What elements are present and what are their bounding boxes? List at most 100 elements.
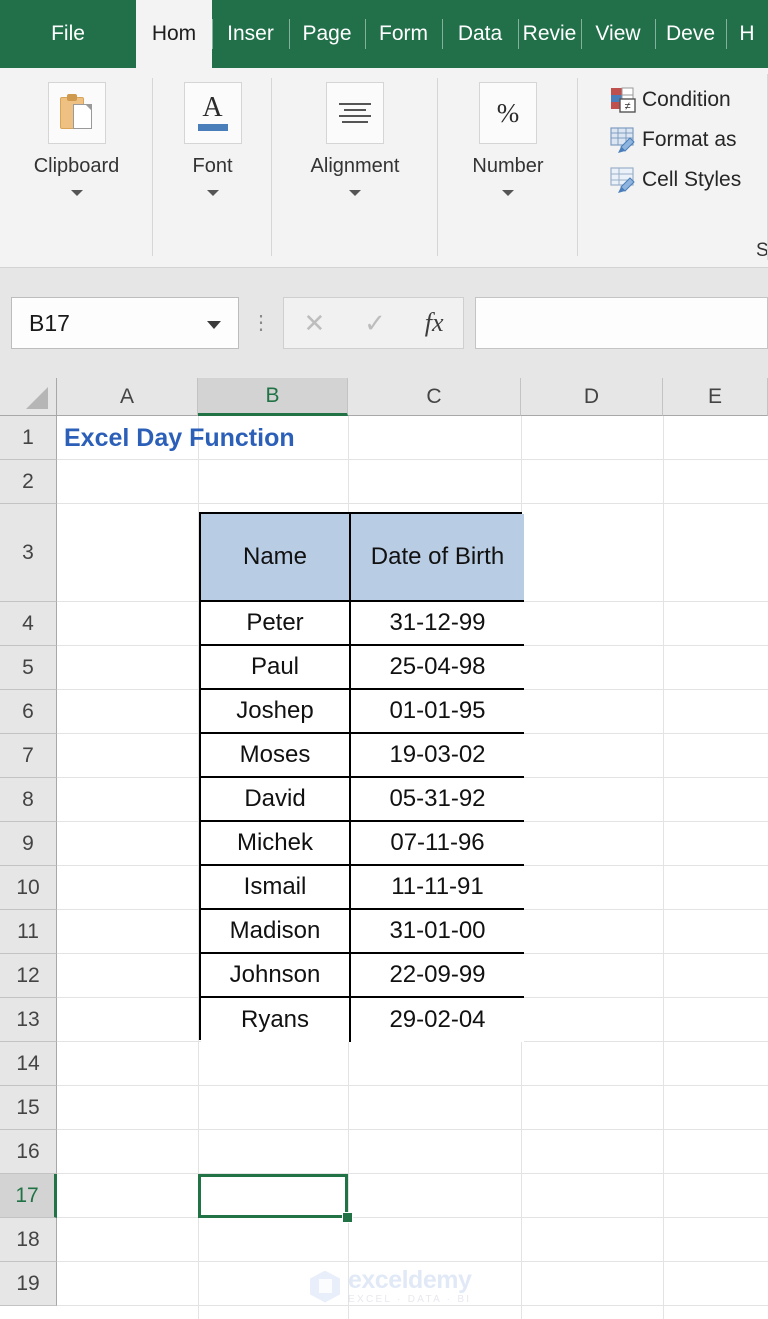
table-cell-name[interactable]: Moses — [201, 734, 351, 778]
ribbon-tab-data[interactable]: Data — [442, 0, 518, 68]
cell-text: Date of Birth — [370, 542, 505, 570]
row-header-18[interactable]: 18 — [0, 1218, 57, 1262]
ribbon-tab-label: Revie — [522, 22, 577, 45]
row-header-5[interactable]: 5 — [0, 646, 57, 690]
data-table[interactable]: Name Date of Birth Peter 31-12-99 Paul 25-04-… — [199, 512, 524, 1042]
font-a-icon[interactable]: A — [183, 82, 242, 144]
ribbon-tab-deve[interactable]: Deve — [655, 0, 726, 68]
row-header-6[interactable]: 6 — [0, 690, 57, 734]
ribbon-tab-form[interactable]: Form — [365, 0, 442, 68]
table-cell-dob[interactable]: 29-02-04 — [351, 998, 524, 1042]
select-all-button[interactable] — [0, 378, 57, 416]
row-header-8[interactable]: 8 — [0, 778, 57, 822]
row-header-3[interactable]: 3 — [0, 504, 57, 602]
ribbon-tab-h[interactable]: H — [726, 0, 768, 68]
enter-icon[interactable]: ✓ — [364, 308, 386, 339]
chevron-down-icon[interactable] — [206, 190, 219, 196]
watermark-subtitle: EXCEL · DATA · BI — [348, 1294, 472, 1305]
table-cell-name[interactable]: David — [201, 778, 351, 822]
ribbon-tab-view[interactable]: View — [581, 0, 655, 68]
row-header-12[interactable]: 12 — [0, 954, 57, 998]
ribbon-tab-label: Hom — [151, 22, 197, 45]
table-cell-name[interactable]: Ismail — [201, 866, 351, 910]
ribbon-tab-label: Deve — [665, 22, 716, 45]
row-header-label: 14 — [16, 1051, 40, 1075]
clipboard-paste-icon[interactable] — [47, 82, 106, 144]
column-header-E[interactable]: E — [663, 378, 768, 416]
table-cell-name[interactable]: Joshep — [201, 690, 351, 734]
alignment-icon[interactable] — [326, 82, 384, 144]
row-header-19[interactable]: 19 — [0, 1262, 57, 1306]
table-cell-dob[interactable]: 01-01-95 — [351, 690, 524, 734]
column-header-label: B — [265, 383, 280, 407]
column-header-B[interactable]: B — [198, 378, 348, 416]
chevron-down-icon[interactable] — [207, 321, 221, 329]
table-cell-dob[interactable]: 25-04-98 — [351, 646, 524, 690]
table-cell-name[interactable]: Michek — [201, 822, 351, 866]
row-header-17[interactable]: 17 — [0, 1174, 57, 1218]
gridline-horizontal — [57, 503, 768, 504]
ribbon-tab-inser[interactable]: Inser — [212, 0, 289, 68]
column-header-A[interactable]: A — [57, 378, 198, 416]
row-header-11[interactable]: 11 — [0, 910, 57, 954]
ribbon-group-alignment[interactable]: Alignment — [272, 68, 438, 267]
table-cell-dob[interactable]: 31-01-00 — [351, 910, 524, 954]
ribbon-group-number[interactable]: % Number — [438, 68, 578, 267]
sheet-area[interactable]: Excel Day Function Name Date of Birth Pete… — [57, 416, 768, 1319]
ribbon-group-clipboard[interactable]: Clipboard — [0, 68, 153, 267]
table-cell-name[interactable]: Paul — [201, 646, 351, 690]
table-cell-dob[interactable]: 11-11-91 — [351, 866, 524, 910]
insert-function-icon[interactable]: fx — [425, 308, 444, 338]
ribbon-tab-revie[interactable]: Revie — [518, 0, 581, 68]
ribbon-tab-file[interactable]: File — [0, 0, 136, 68]
table-cell-name[interactable]: Madison — [201, 910, 351, 954]
chevron-down-icon[interactable] — [502, 190, 514, 196]
formula-input[interactable] — [475, 297, 768, 349]
column-header-C[interactable]: C — [348, 378, 521, 416]
table-cell-name[interactable]: Ryans — [201, 998, 351, 1042]
selected-cell-b17[interactable] — [198, 1174, 348, 1218]
cancel-icon[interactable]: ✕ — [303, 308, 325, 339]
conditional-formatting-button[interactable]: ≠ Condition — [606, 80, 768, 120]
cell-text: 29-02-04 — [389, 1005, 486, 1033]
ribbon-group-font[interactable]: A Font — [153, 68, 272, 267]
table-cell-name[interactable]: Johnson — [201, 954, 351, 998]
table-cell-dob[interactable]: 19-03-02 — [351, 734, 524, 778]
chevron-down-icon[interactable] — [349, 190, 361, 196]
watermark-title: exceldemy — [348, 1266, 472, 1294]
table-cell-dob[interactable]: 05-31-92 — [351, 778, 524, 822]
cell-text: 22-09-99 — [389, 960, 486, 988]
row-header-4[interactable]: 4 — [0, 602, 57, 646]
row-header-9[interactable]: 9 — [0, 822, 57, 866]
row-header-14[interactable]: 14 — [0, 1042, 57, 1086]
formula-bar-handle[interactable]: ⋮ — [239, 313, 283, 333]
ribbon-tab-label: File — [51, 22, 85, 45]
row-header-label: 4 — [22, 611, 34, 635]
row-header-13[interactable]: 13 — [0, 998, 57, 1042]
row-header-label: 17 — [15, 1183, 39, 1207]
format-as-table-button[interactable]: Format as — [606, 120, 768, 160]
ribbon-tab-page[interactable]: Page — [289, 0, 365, 68]
row-header-15[interactable]: 15 — [0, 1086, 57, 1130]
row-header-7[interactable]: 7 — [0, 734, 57, 778]
row-header-1[interactable]: 1 — [0, 416, 57, 460]
column-header-D[interactable]: D — [521, 378, 663, 416]
cell-styles-button[interactable]: Cell Styles — [606, 160, 768, 200]
row-header-2[interactable]: 2 — [0, 460, 57, 504]
table-cell-name[interactable]: Peter — [201, 602, 351, 646]
table-cell-dob[interactable]: 07-11-96 — [351, 822, 524, 866]
cell-text: Ismail — [243, 872, 307, 900]
percent-icon[interactable]: % — [479, 82, 537, 144]
ribbon-group-label: Font — [192, 155, 233, 177]
chevron-down-icon[interactable] — [70, 190, 83, 196]
name-box[interactable]: B17 — [11, 297, 239, 349]
row-header-label: 1 — [22, 425, 34, 449]
table-cell-dob[interactable]: 31-12-99 — [351, 602, 524, 646]
table-header-dob[interactable]: Date of Birth — [351, 514, 524, 602]
ribbon-tab-hom[interactable]: Hom — [136, 0, 212, 68]
row-header-16[interactable]: 16 — [0, 1130, 57, 1174]
fill-handle[interactable] — [342, 1212, 353, 1223]
table-cell-dob[interactable]: 22-09-99 — [351, 954, 524, 998]
table-header-name[interactable]: Name — [201, 514, 351, 602]
row-header-10[interactable]: 10 — [0, 866, 57, 910]
